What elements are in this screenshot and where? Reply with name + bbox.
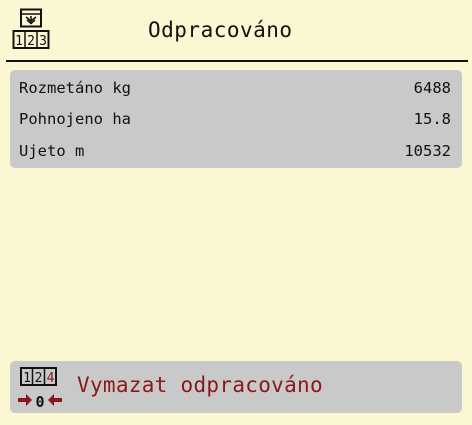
stat-label: Pohnojeno ha (19, 110, 131, 128)
svg-text:3: 3 (39, 34, 47, 49)
reset-counters-label: Vymazat odpracováno (77, 373, 323, 397)
reset-counter-glyph: 0 (35, 393, 44, 410)
svg-text:2: 2 (27, 34, 35, 49)
stat-value: 6488 (413, 79, 451, 97)
header: 1 2 3 Odpracováno (0, 0, 472, 60)
svg-text:4: 4 (47, 371, 55, 386)
stats-panel: Rozmetáno kg 6488 Pohnojeno ha 15.8 Ujet… (10, 70, 462, 168)
stat-value: 10532 (404, 142, 451, 160)
stat-value: 15.8 (413, 110, 451, 128)
stat-row-distance-m: Ujeto m 10532 (10, 139, 462, 163)
svg-text:2: 2 (35, 371, 43, 386)
stat-label: Rozmetáno kg (19, 79, 131, 97)
reset-counters-button[interactable]: 1 2 4 0 Vymazat odpracováno (10, 361, 462, 413)
svg-text:1: 1 (15, 34, 23, 49)
svg-text:1: 1 (23, 371, 31, 386)
work-counter-icon: 1 2 3 (12, 8, 50, 49)
stat-label: Ujeto m (19, 142, 85, 160)
stat-row-fertilized-ha: Pohnojeno ha 15.8 (10, 107, 462, 131)
stat-row-spread-kg: Rozmetáno kg 6488 (10, 76, 462, 100)
page-title: Odpracováno (148, 18, 293, 42)
reset-counter-icon: 1 2 4 0 (18, 367, 62, 410)
header-divider (6, 60, 468, 62)
